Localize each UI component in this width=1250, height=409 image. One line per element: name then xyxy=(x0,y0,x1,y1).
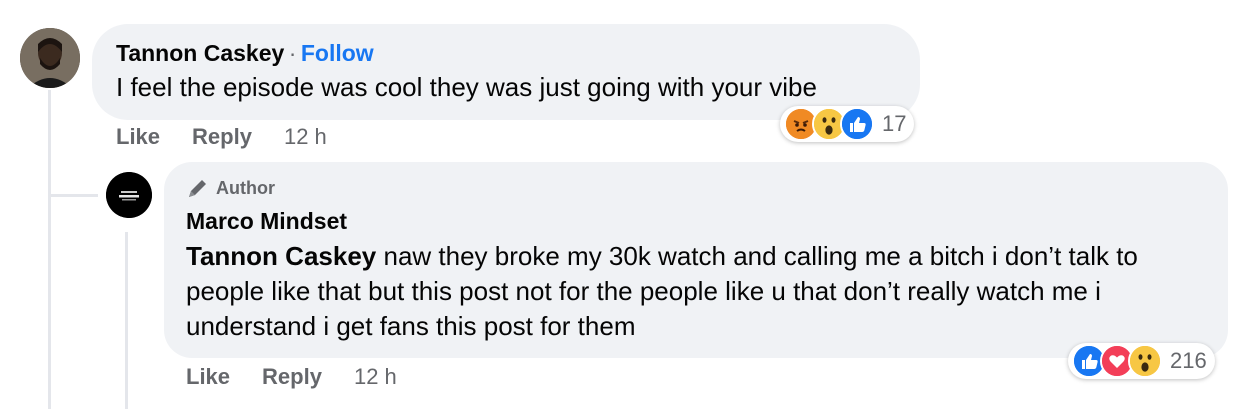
reply-button[interactable]: Reply xyxy=(192,124,252,150)
comment-text: I feel the episode was cool they was jus… xyxy=(116,72,817,102)
avatar[interactable] xyxy=(106,172,152,218)
timestamp[interactable]: 12 h xyxy=(284,124,327,150)
like-button[interactable]: Like xyxy=(186,364,230,390)
author-badge-label: Author xyxy=(216,177,275,198)
comment-actions: Like Reply 12 h xyxy=(116,124,327,150)
like-button[interactable]: Like xyxy=(116,124,160,150)
reaction-count: 216 xyxy=(1170,348,1207,373)
author-badge: Author xyxy=(186,176,275,200)
timestamp[interactable]: 12 h xyxy=(354,364,397,390)
follow-button[interactable]: Follow xyxy=(301,40,374,66)
mention-link[interactable]: Tannon Caskey xyxy=(186,241,376,271)
like-icon xyxy=(840,107,874,141)
reaction-count: 17 xyxy=(882,111,907,136)
reply-author-name[interactable]: Marco Mindset xyxy=(186,208,347,235)
reply-actions: Like Reply 12 h xyxy=(186,364,397,390)
reply-text-block: Tannon Caskey naw they broke my 30k watc… xyxy=(186,239,1186,344)
pencil-icon xyxy=(186,176,210,200)
reply-connector xyxy=(48,194,98,197)
thread-line xyxy=(48,90,51,409)
reactions-summary[interactable]: 17 xyxy=(780,106,915,142)
wow-icon xyxy=(1128,344,1162,378)
reply-thread-line xyxy=(125,232,128,409)
comment-author-name[interactable]: Tannon Caskey xyxy=(116,40,284,66)
avatar[interactable] xyxy=(20,28,80,88)
separator-dot: · xyxy=(288,40,297,66)
reactions-summary[interactable]: 216 xyxy=(1068,343,1215,379)
reply-button[interactable]: Reply xyxy=(262,364,322,390)
reply-bubble: Author Marco Mindset Tannon Caskey naw t… xyxy=(164,162,1228,358)
